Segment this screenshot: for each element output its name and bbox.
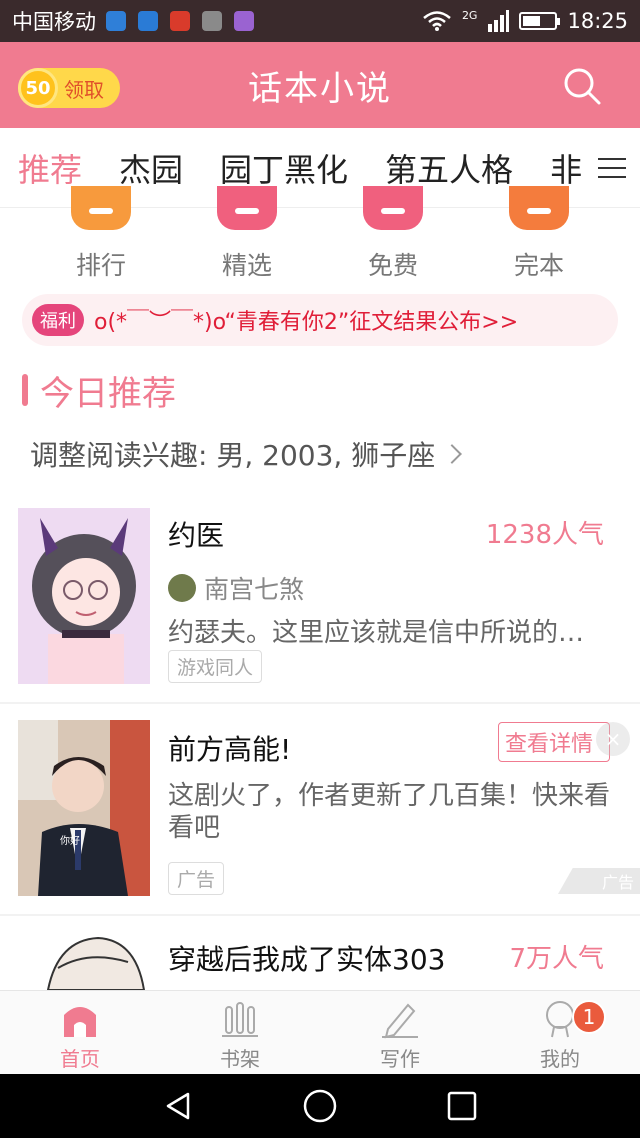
tab-jieyuan[interactable]: 杰园 xyxy=(119,145,183,191)
coin-value: 50 xyxy=(25,77,51,99)
home-icon xyxy=(64,1007,96,1037)
tab-label: 杰园 xyxy=(119,150,184,189)
recent-apps-icon[interactable] xyxy=(446,1090,478,1122)
quick-label: 免费 xyxy=(367,251,418,280)
notification-app-icon xyxy=(234,11,254,31)
section-marker xyxy=(22,374,28,406)
nav-profile[interactable]: 我的 xyxy=(480,991,640,1074)
home-button-icon[interactable] xyxy=(302,1088,338,1124)
system-nav-bar xyxy=(0,1074,640,1138)
tab-label: 第五人格 xyxy=(385,150,514,189)
network-type: 2G xyxy=(461,8,478,22)
section-header: 今日推荐 xyxy=(22,368,176,414)
search-icon[interactable] xyxy=(562,66,602,106)
ad-tag: 广告 xyxy=(168,862,225,895)
interest-text: 调整阅读兴趣: 男, 2003, 狮子座 xyxy=(30,439,436,472)
book-card[interactable]: 约医 1238人气 南宫七煞 约瑟夫。这里应该就是信中所说的… 游戏同人 xyxy=(0,508,640,684)
chevron-right-icon xyxy=(442,444,463,464)
announcement-banner[interactable]: 福利 o(*￣︶￣*)o“青春有你2”征文结果公布>> xyxy=(22,294,618,346)
notification-app-icon xyxy=(138,11,158,31)
quick-label: 排行 xyxy=(75,251,126,280)
book-title: 约医 xyxy=(168,519,225,552)
wifi-icon xyxy=(423,11,451,31)
clock: 18:25 xyxy=(567,9,628,33)
nav-label: 书架 xyxy=(220,1047,260,1071)
cover-caption: 你好 xyxy=(60,834,80,847)
bottom-nav: 首页 书架 写作 我的 xyxy=(0,990,640,1074)
book-description: 约瑟夫。这里应该就是信中所说的… xyxy=(168,618,585,648)
divider xyxy=(0,914,640,916)
bookshelf-icon xyxy=(222,1002,258,1037)
tab-recommend[interactable]: 推荐 xyxy=(18,145,82,191)
menu-icon[interactable] xyxy=(598,156,626,180)
avatar xyxy=(168,574,196,602)
notification-app-icon xyxy=(106,11,126,31)
status-bar: 中国移动 2G 18:25 xyxy=(0,0,640,42)
completed-icon xyxy=(509,186,569,230)
pencil-icon xyxy=(382,1003,418,1039)
featured-icon xyxy=(217,186,277,230)
claim-label: 领取 xyxy=(64,77,104,102)
completed-entry[interactable]: 完本 xyxy=(484,186,594,288)
divider xyxy=(0,702,640,704)
nav-label: 我的 xyxy=(540,1047,580,1071)
quick-entries: 排行 精选 免费 完本 xyxy=(0,186,640,288)
tab-identity-v[interactable]: 第五人格 xyxy=(385,145,513,191)
nav-write[interactable]: 写作 xyxy=(320,991,480,1074)
battery-icon xyxy=(519,12,561,30)
carrier-name: 中国移动 xyxy=(12,10,96,34)
book-card[interactable]: 穿越后我成了实体303 7万人气 xyxy=(0,932,640,990)
genre-tag: 游戏同人 xyxy=(168,650,263,683)
view-details-button[interactable]: 查看详情 xyxy=(498,722,610,762)
coin-icon: 50 xyxy=(18,68,58,108)
quick-label: 完本 xyxy=(513,251,564,280)
nav-home[interactable]: 首页 xyxy=(0,991,160,1074)
author-name: 南宫七煞 xyxy=(204,575,305,604)
popularity-count: 1238人气 xyxy=(485,520,604,550)
book-cover xyxy=(18,508,150,684)
section-title: 今日推荐 xyxy=(40,373,176,414)
adjust-interest-link[interactable]: 调整阅读兴趣: 男, 2003, 狮子座 xyxy=(30,434,463,474)
announcement-text: o(*￣︶￣*)o“青春有你2”征文结果公布>> xyxy=(94,310,519,335)
tab-gardener[interactable]: 园丁黑化 xyxy=(220,145,348,191)
notification-badge: 1 xyxy=(572,1000,606,1034)
free-entry[interactable]: 免费 xyxy=(338,186,448,288)
featured-entry[interactable]: 精选 xyxy=(192,186,302,288)
ranking-icon xyxy=(71,186,131,230)
ad-title: 前方高能! xyxy=(168,733,292,766)
close-icon[interactable]: × xyxy=(596,722,630,756)
quick-label: 精选 xyxy=(221,251,272,280)
ad-description: 这剧火了，作者更新了几百集！快来看看吧 xyxy=(168,781,611,843)
free-icon xyxy=(363,186,423,230)
app-header: 50 领取 话本小说 xyxy=(0,42,640,128)
claim-coins-button[interactable]: 50 领取 xyxy=(18,68,120,108)
nav-bookshelf[interactable]: 书架 xyxy=(160,991,320,1074)
app-title: 话本小说 xyxy=(248,68,392,109)
welfare-badge: 福利 xyxy=(32,304,84,336)
nav-label: 首页 xyxy=(60,1047,100,1071)
ranking-entry[interactable]: 排行 xyxy=(46,186,156,288)
back-icon[interactable] xyxy=(162,1090,194,1122)
notification-app-icon xyxy=(202,11,222,31)
book-title: 穿越后我成了实体303 xyxy=(168,943,446,976)
book-cover xyxy=(18,932,150,990)
book-author: 南宫七煞 xyxy=(168,570,304,606)
tab-partial[interactable]: 非 xyxy=(550,145,582,191)
nav-label: 写作 xyxy=(380,1047,420,1071)
tab-label: 园丁黑化 xyxy=(220,150,349,189)
notification-app-icon xyxy=(170,11,190,31)
popularity-count: 7万人气 xyxy=(509,944,604,974)
tab-label: 推荐 xyxy=(18,150,83,189)
signal-icon xyxy=(488,10,510,32)
tab-label: 非 xyxy=(550,150,583,189)
